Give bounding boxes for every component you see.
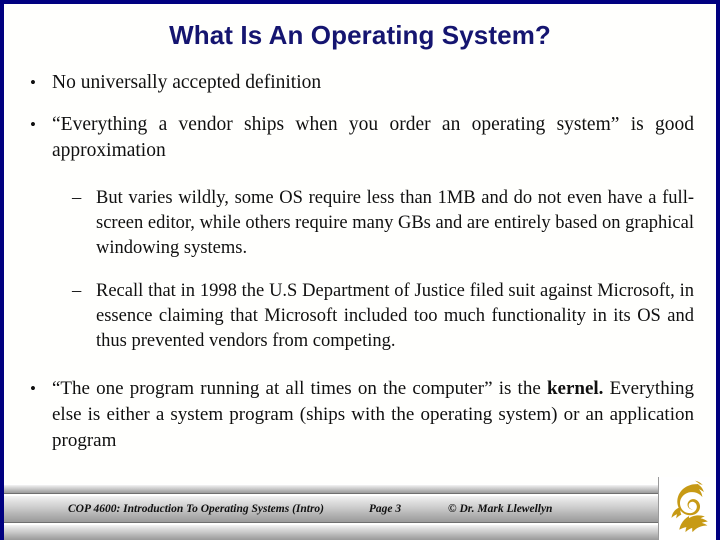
- dash-marker-icon: –: [72, 281, 82, 301]
- footer-text-row: COP 4600: Introduction To Operating Syst…: [4, 495, 644, 523]
- bullet-text: No universally accepted definition: [52, 72, 322, 93]
- bullet-item: • “The one program running at all times …: [4, 376, 716, 454]
- footer-page-number: Page 3: [368, 503, 402, 515]
- footer-strip-bottom: [4, 524, 716, 540]
- slide-footer: COP 4600: Introduction To Operating Syst…: [4, 477, 716, 540]
- presentation-slide: What Is An Operating System? • No univer…: [0, 0, 720, 540]
- footer-course-label: COP 4600: Introduction To Operating Syst…: [68, 503, 325, 515]
- footer-strip-top: [4, 484, 716, 494]
- sub-bullet-text: Recall that in 1998 the U.S Department o…: [96, 281, 694, 351]
- bullet-text: “Everything a vendor ships when you orde…: [52, 114, 694, 161]
- dash-marker-icon: –: [72, 188, 82, 208]
- sub-bullet-item: – But varies wildly, some OS require les…: [4, 186, 716, 261]
- sub-bullet-item: – Recall that in 1998 the U.S Department…: [4, 279, 716, 354]
- bullet-item: • “Everything a vendor ships when you or…: [4, 112, 716, 164]
- bullet-text-lead: “The one program running at all times on…: [52, 378, 547, 399]
- footer-copyright-label: © Dr. Mark Llewellyn: [448, 503, 553, 515]
- slide-body: • No universally accepted definition • “…: [4, 68, 716, 488]
- bullet-text-emphasis: kernel.: [546, 378, 604, 399]
- sub-bullet-text: But varies wildly, some OS require less …: [96, 188, 694, 258]
- bullet-marker-icon: •: [30, 379, 36, 398]
- ucf-pegasus-logo: [658, 477, 716, 540]
- slide-title: What Is An Operating System?: [169, 20, 551, 50]
- bullet-marker-icon: •: [30, 115, 36, 134]
- bullet-marker-icon: •: [30, 73, 36, 92]
- bullet-item: • No universally accepted definition: [4, 70, 716, 96]
